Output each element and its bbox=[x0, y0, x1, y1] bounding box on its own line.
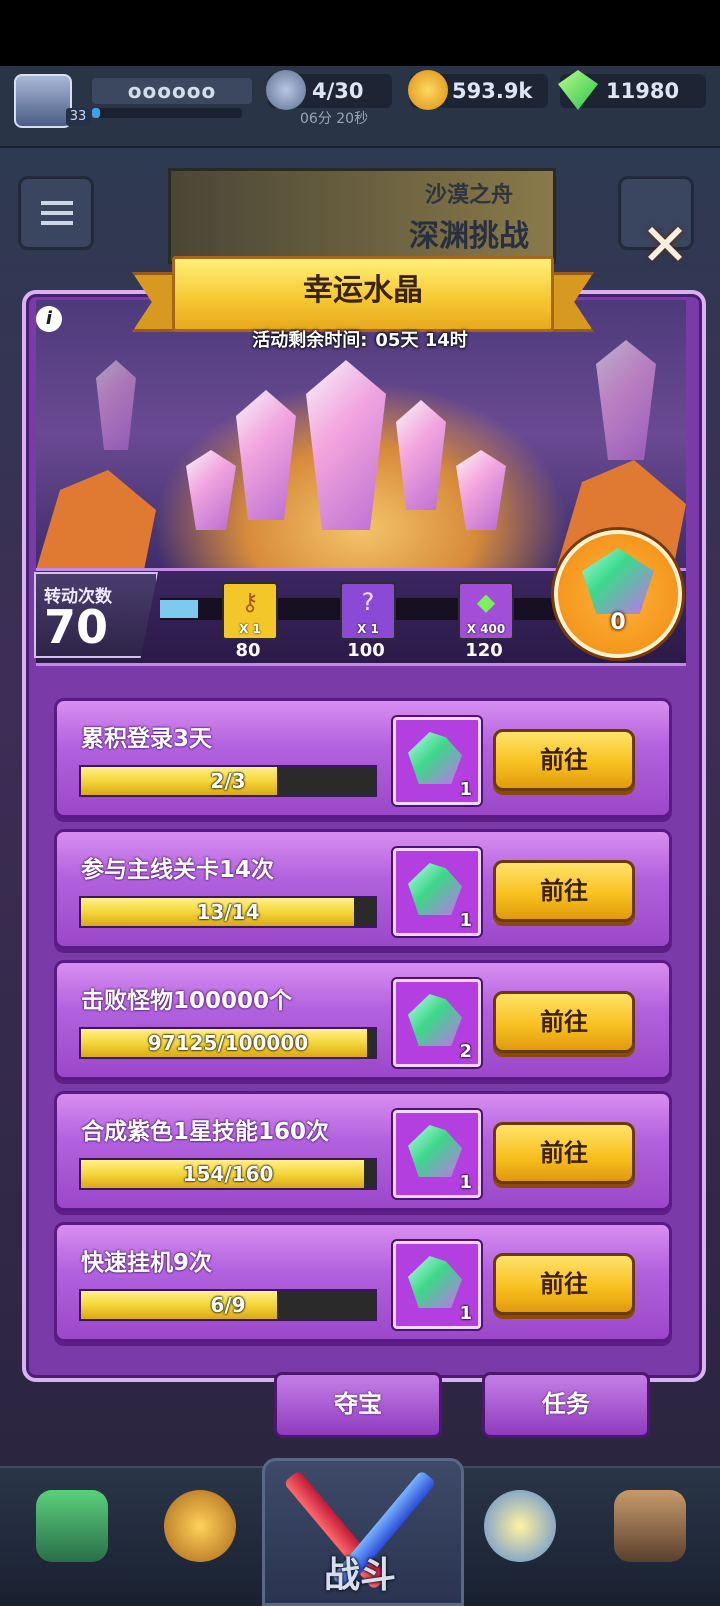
task-title: 击败怪物100000个 bbox=[81, 988, 293, 1014]
event-banner-line2: 深渊挑战 bbox=[409, 219, 529, 254]
crystal-icon bbox=[408, 994, 462, 1046]
task-reward[interactable]: 1 bbox=[393, 848, 481, 936]
go-button[interactable]: 前往 bbox=[493, 729, 635, 791]
spin-count-value: 70 bbox=[44, 600, 109, 654]
nav-guild[interactable] bbox=[600, 1480, 700, 1584]
milestone-reward[interactable]: ◆ X 400 bbox=[458, 582, 514, 640]
milestone-qty: X 1 bbox=[239, 622, 261, 636]
task-title: 快速挂机9次 bbox=[81, 1250, 213, 1276]
reward-qty: 1 bbox=[459, 779, 472, 800]
gold-counter[interactable]: 593.9k bbox=[408, 70, 548, 110]
crystal-icon bbox=[408, 1256, 462, 1308]
xp-bar bbox=[92, 108, 242, 118]
milestone-threshold: 100 bbox=[347, 640, 385, 661]
milestone-reward[interactable]: ? X 1 bbox=[340, 582, 396, 640]
milestone-threshold: 120 bbox=[465, 640, 503, 661]
task-row: 击败怪物100000个 97125/100000 2 前往 bbox=[54, 960, 672, 1080]
task-progress-text: 97125/100000 bbox=[147, 1031, 309, 1055]
player-name[interactable]: oooooo bbox=[92, 78, 252, 104]
task-progress-text: 2/3 bbox=[210, 769, 246, 793]
gem-value: 11980 bbox=[606, 79, 680, 103]
task-reward[interactable]: 1 bbox=[393, 1241, 481, 1329]
timer-value: 05天 14时 bbox=[375, 330, 468, 351]
gold-coin-icon bbox=[408, 70, 448, 110]
energy-value: 4/30 bbox=[312, 79, 364, 103]
guild-helmet-icon bbox=[614, 1490, 686, 1562]
tab-tasks[interactable]: 任务 bbox=[482, 1372, 650, 1438]
event-banner-line1: 沙漠之舟 bbox=[424, 183, 513, 208]
task-list[interactable]: 累积登录3天 2/3 1 前往 参与主线关卡14次 13/14 1 前往 击败怪… bbox=[40, 668, 676, 1352]
go-button[interactable]: 前往 bbox=[493, 1253, 635, 1315]
go-button[interactable]: 前往 bbox=[493, 991, 635, 1053]
energy-counter[interactable]: 4/30 bbox=[266, 70, 392, 110]
player-avatar[interactable] bbox=[14, 74, 72, 128]
milestone-reward[interactable]: ⚷ X 1 bbox=[222, 582, 278, 640]
treasure-chest-icon bbox=[36, 1490, 108, 1562]
task-progress-bar: 13/14 bbox=[79, 896, 377, 928]
task-row: 合成紫色1星技能160次 154/160 1 前往 bbox=[54, 1091, 672, 1211]
crystal-icon bbox=[408, 732, 462, 784]
task-progress-bar: 97125/100000 bbox=[79, 1027, 377, 1059]
reward-qty: 1 bbox=[459, 1303, 472, 1324]
reward-qty: 1 bbox=[459, 1172, 472, 1193]
crystal-count: 0 bbox=[610, 610, 626, 635]
mystery-box-icon: ? bbox=[361, 588, 375, 616]
task-reward[interactable]: 1 bbox=[393, 717, 481, 805]
task-reward[interactable]: 2 bbox=[393, 979, 481, 1067]
menu-icon bbox=[41, 201, 73, 205]
task-row: 累积登录3天 2/3 1 前往 bbox=[54, 698, 672, 818]
task-progress-text: 6/9 bbox=[210, 1293, 246, 1317]
nav-battle-label: 战斗 bbox=[323, 1555, 396, 1596]
task-progress-bar: 6/9 bbox=[79, 1289, 377, 1321]
task-progress-bar: 2/3 bbox=[79, 765, 377, 797]
event-banner[interactable]: 沙漠之舟 深渊挑战 bbox=[168, 168, 556, 264]
info-icon[interactable]: i bbox=[36, 306, 62, 332]
task-title: 参与主线关卡14次 bbox=[81, 857, 275, 883]
xp-bar-fill bbox=[92, 108, 100, 118]
timer-label: 活动剩余时间: bbox=[252, 330, 368, 351]
status-bar bbox=[0, 0, 720, 66]
tab-treasure[interactable]: 夺宝 bbox=[274, 1372, 442, 1438]
reward-qty: 2 bbox=[459, 1041, 472, 1062]
task-title: 累积登录3天 bbox=[81, 726, 213, 752]
go-button[interactable]: 前往 bbox=[493, 1122, 635, 1184]
task-row: 参与主线关卡14次 13/14 1 前往 bbox=[54, 829, 672, 949]
spin-progress-fill bbox=[160, 600, 198, 618]
milestone-qty: X 1 bbox=[357, 622, 379, 636]
reward-qty: 1 bbox=[459, 910, 472, 931]
close-icon[interactable]: ✕ bbox=[636, 216, 694, 274]
menu-button[interactable] bbox=[18, 176, 94, 250]
task-progress-text: 13/14 bbox=[196, 900, 260, 924]
player-level: 33 bbox=[66, 108, 90, 126]
gem-icon: ◆ bbox=[476, 588, 496, 616]
crystal-icon bbox=[582, 548, 654, 614]
crystal-icon bbox=[408, 1125, 462, 1177]
pet-icon bbox=[484, 1490, 556, 1562]
crystal-balance[interactable]: 0 bbox=[554, 530, 682, 658]
task-reward[interactable]: 1 bbox=[393, 1110, 481, 1198]
green-gem-icon bbox=[558, 70, 598, 110]
key-icon: ⚷ bbox=[241, 588, 259, 616]
nav-treasure-chest[interactable] bbox=[22, 1480, 122, 1584]
energy-timer: 06分 20秒 bbox=[300, 111, 369, 127]
event-timer: 活动剩余时间: 05天 14时 bbox=[200, 326, 520, 352]
milestone-threshold: 80 bbox=[235, 640, 261, 661]
task-progress-bar: 154/160 bbox=[79, 1158, 377, 1190]
crystal-icon bbox=[408, 863, 462, 915]
milestone-qty: X 400 bbox=[466, 622, 506, 636]
go-button[interactable]: 前往 bbox=[493, 860, 635, 922]
helmet-icon bbox=[164, 1490, 236, 1562]
task-title: 合成紫色1星技能160次 bbox=[81, 1119, 330, 1145]
nav-pet[interactable] bbox=[470, 1480, 570, 1584]
task-row: 快速挂机9次 6/9 1 前往 bbox=[54, 1222, 672, 1342]
nav-hero[interactable] bbox=[150, 1480, 250, 1584]
modal-title: 幸运水晶 bbox=[172, 256, 554, 332]
lightning-icon bbox=[266, 70, 306, 110]
task-progress-text: 154/160 bbox=[182, 1162, 274, 1186]
gold-value: 593.9k bbox=[452, 79, 533, 103]
gem-counter[interactable]: 11980 bbox=[558, 70, 706, 110]
